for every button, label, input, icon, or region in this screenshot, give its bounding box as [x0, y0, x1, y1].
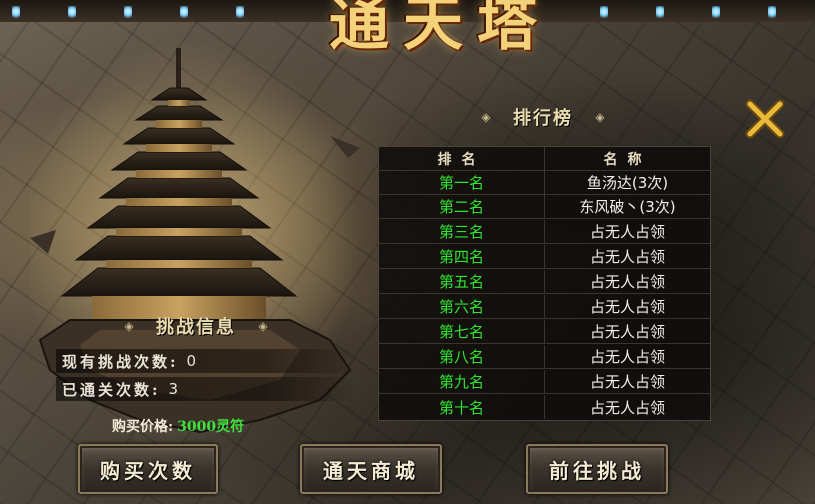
- ranking-title: 排行榜: [513, 108, 573, 129]
- lantern-icon: [656, 6, 664, 20]
- table-row: 第六名 占无人占领: [379, 295, 710, 319]
- table-row: 第四名 占无人占领: [379, 245, 710, 269]
- rank-cell: 第五名: [379, 270, 545, 293]
- table-row: 第七名 占无人占领: [379, 320, 710, 344]
- name-cell: 东风破丶(3次): [579, 198, 676, 216]
- table-row: 第二名 东风破丶(3次): [379, 195, 710, 219]
- tower-panel: 通天塔 ◈ 排行榜 ◈ 排名 名称 第一名 鱼汤达(3次) 第二名 东风破丶(3…: [0, 0, 815, 504]
- name-cell: 占无人占领: [589, 398, 665, 417]
- diamond-ornament-icon: ◈: [124, 319, 134, 333]
- rank-cell: 第八名: [379, 345, 545, 368]
- lantern-icon: [712, 6, 720, 20]
- lantern-icon: [768, 6, 776, 20]
- column-header-rank: 排名: [379, 147, 545, 170]
- lantern-icon: [68, 6, 76, 20]
- rank-cell: 第二名: [379, 195, 545, 218]
- passed-count-row: 已通关次数: 3: [56, 377, 356, 401]
- ranking-header: ◈ 排行榜 ◈: [448, 103, 638, 131]
- rank-cell: 第一名: [379, 171, 545, 194]
- lantern-icon: [236, 6, 244, 20]
- name-cell: 占无人占领: [589, 248, 665, 266]
- buy-attempts-button[interactable]: 购买次数: [78, 444, 218, 494]
- passed-count-label: 已通关次数:: [62, 380, 161, 399]
- passed-count-value: 3: [168, 380, 179, 398]
- challenge-info-header: ◈ 挑战信息 ◈: [96, 312, 296, 340]
- name-cell: 占无人占领: [589, 223, 665, 241]
- rank-cell: 第九名: [379, 370, 545, 393]
- challenge-info-title: 挑战信息: [156, 317, 236, 338]
- current-challenges-label: 现有挑战次数:: [62, 352, 179, 371]
- current-challenges-value: 0: [186, 352, 197, 370]
- close-x-icon[interactable]: [742, 96, 788, 142]
- lantern-icon: [12, 6, 20, 20]
- table-row: 第九名 占无人占领: [379, 370, 710, 394]
- ranking-table: 排名 名称 第一名 鱼汤达(3次) 第二名 东风破丶(3次) 第三名 占无人占领…: [378, 146, 711, 421]
- column-header-name: 名称: [603, 151, 652, 168]
- current-challenges-row: 现有挑战次数: 0: [56, 349, 356, 373]
- table-row: 第五名 占无人占领: [379, 270, 710, 294]
- name-cell: 占无人占领: [589, 348, 665, 366]
- lantern-icon: [180, 6, 188, 20]
- tower-title: 通天塔: [329, 0, 551, 59]
- rank-cell: 第三名: [379, 220, 545, 243]
- diamond-ornament-icon: ◈: [595, 110, 605, 124]
- table-header-row: 排名 名称: [379, 147, 710, 171]
- table-row: 第三名 占无人占领: [379, 220, 710, 244]
- rank-cell: 第十名: [379, 395, 545, 419]
- price-label: 购买价格:: [112, 419, 174, 435]
- diamond-ornament-icon: ◈: [258, 319, 268, 333]
- rank-cell: 第七名: [379, 320, 545, 343]
- table-row: 第一名 鱼汤达(3次): [379, 171, 710, 195]
- tower-shop-button[interactable]: 通天商城: [300, 444, 442, 494]
- purchase-price: 购买价格: 3000灵符: [112, 414, 244, 438]
- name-cell: 占无人占领: [589, 323, 665, 341]
- lantern-icon: [124, 6, 132, 20]
- diamond-ornament-icon: ◈: [481, 110, 491, 124]
- name-cell: 占无人占领: [589, 298, 665, 316]
- table-row: 第八名 占无人占领: [379, 345, 710, 369]
- go-challenge-button[interactable]: 前往挑战: [526, 444, 668, 494]
- name-cell: 占无人占领: [589, 273, 665, 291]
- price-value: 3000灵符: [177, 419, 245, 435]
- table-row: 第十名 占无人占领: [379, 395, 710, 419]
- name-cell: 鱼汤达(3次): [586, 174, 669, 192]
- name-cell: 占无人占领: [589, 373, 665, 391]
- rank-cell: 第六名: [379, 295, 545, 318]
- rank-cell: 第四名: [379, 245, 545, 268]
- lantern-icon: [600, 6, 608, 20]
